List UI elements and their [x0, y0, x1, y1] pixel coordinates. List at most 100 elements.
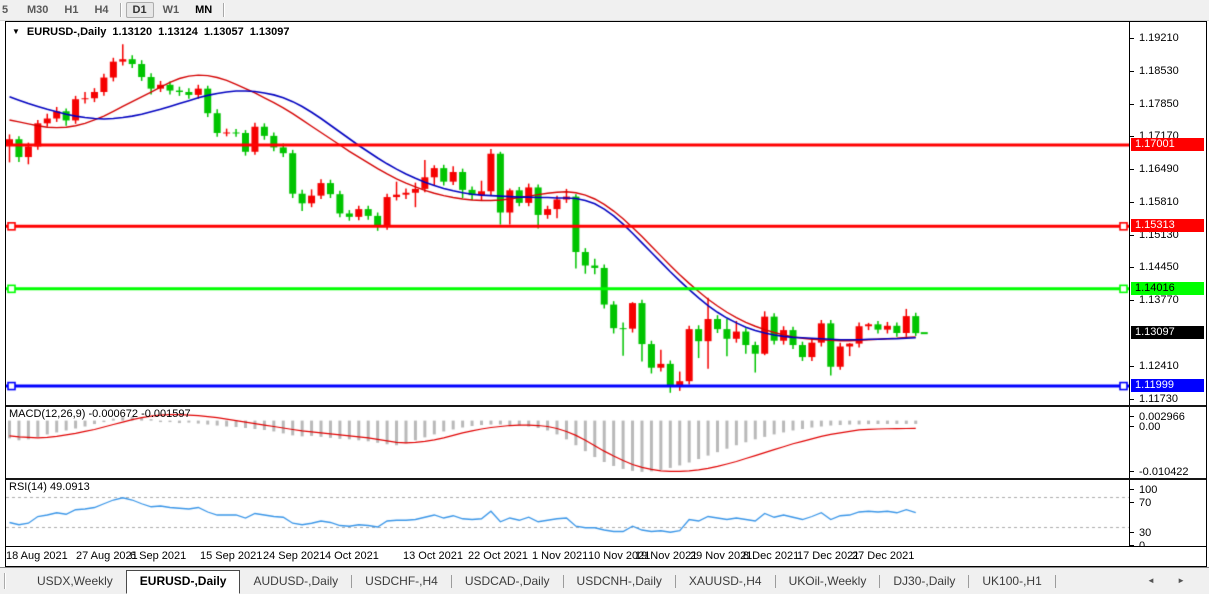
price-tick — [1130, 169, 1134, 170]
chevron-down-icon[interactable]: ▼ — [12, 27, 20, 36]
timeframe-button-d1[interactable]: D1 — [125, 2, 154, 18]
rsi-tick-label: 70 — [1139, 497, 1152, 509]
rsi-pane: RSI(14) 49.0913 100 70 30 0 — [6, 480, 1206, 552]
price-tick — [1130, 104, 1134, 105]
chart-tab-dj30-daily[interactable]: DJ30-,Daily — [880, 572, 968, 592]
price-tick-label: 1.15810 — [1139, 196, 1179, 208]
price-tick-label: 1.19210 — [1139, 32, 1179, 44]
chart-symbol-label: EURUSD-,Daily — [26, 26, 107, 38]
price-tick-label: 1.13770 — [1139, 294, 1179, 306]
macd-label: MACD(12,26,9) -0.000672 -0.001597 — [9, 408, 191, 420]
tab-bar-lead — [0, 568, 24, 594]
date-label: 27 Dec 2021 — [852, 550, 915, 562]
chart-tab-audusd-daily[interactable]: AUDUSD-,Daily — [240, 572, 351, 592]
chart-tab-xauusd-h4[interactable]: XAUUSD-,H4 — [676, 572, 775, 592]
timeframe-toolbar: 5 M30 H1 H4 D1 W1 MN — [0, 0, 1209, 21]
price-tick — [1130, 136, 1134, 137]
date-label: 17 Dec 2021 — [797, 550, 860, 562]
rsi-axis[interactable]: 100 70 30 0 — [1129, 480, 1206, 552]
rsi-tick — [1130, 489, 1134, 490]
date-label: 8 Dec 2021 — [743, 550, 800, 562]
rsi-canvas[interactable] — [6, 480, 1129, 546]
price-tick — [1130, 202, 1134, 203]
price-tick — [1130, 38, 1134, 39]
chart-tab-usdcnh-daily[interactable]: USDCNH-,Daily — [564, 572, 675, 592]
price-axis[interactable]: 1.19210 1.18530 1.17850 1.17170 1.16490 1.158… — [1129, 22, 1206, 405]
macd-name: MACD(12,26,9) — [9, 408, 86, 420]
price-tick-label: 1.11730 — [1139, 393, 1178, 405]
rsi-tick — [1130, 532, 1134, 533]
tab-separator — [1054, 575, 1056, 588]
rsi-value: 49.0913 — [49, 481, 90, 493]
date-label: 19 Nov 2021 — [635, 550, 698, 562]
tab-scroll-arrows[interactable]: ◄ ► — [1147, 576, 1195, 585]
date-label: 15 Sep 2021 — [200, 550, 263, 562]
current-price-tag: 1.13097 — [1131, 326, 1204, 339]
candlestick-chart-canvas[interactable] — [6, 22, 1129, 405]
price-tick-label: 1.12410 — [1139, 360, 1179, 372]
toolbar-separator — [119, 3, 122, 17]
timeframe-button-5[interactable]: 5 — [0, 2, 18, 18]
date-label: 1 Nov 2021 — [532, 550, 589, 562]
main-chart-plot[interactable]: ▼ EURUSD-,Daily 1.13120 1.13124 1.13057 1.130… — [6, 22, 1129, 405]
date-label: 13 Oct 2021 — [403, 550, 463, 562]
macd-pane: MACD(12,26,9) -0.000672 -0.001597 0.0029… — [6, 407, 1206, 478]
price-tick — [1130, 399, 1134, 400]
toolbar-separator — [223, 3, 226, 17]
timeframe-button-w1[interactable]: W1 — [156, 2, 187, 18]
main-chart-pane: ▼ EURUSD-,Daily 1.13120 1.13124 1.13057 1.130… — [6, 22, 1206, 405]
rsi-name: RSI(14) — [9, 481, 47, 493]
date-label: 4 Oct 2021 — [325, 550, 379, 562]
chart-tab-usdcad-daily[interactable]: USDCAD-,Daily — [452, 572, 563, 592]
macd-value-signal: -0.001597 — [141, 408, 191, 420]
chart-title: ▼ EURUSD-,Daily 1.13120 1.13124 1.13057 1.130… — [12, 26, 289, 38]
timeframe-button-h1[interactable]: H1 — [57, 2, 85, 18]
price-tick-label: 1.17850 — [1139, 98, 1179, 110]
ohlc-open: 1.13120 — [112, 26, 153, 38]
ohlc-high: 1.13124 — [158, 26, 198, 38]
chart-tab-eurusd-daily[interactable]: EURUSD-,Daily — [125, 570, 241, 594]
price-tick — [1130, 366, 1134, 367]
level-price-tag: 1.17001 — [1131, 138, 1204, 151]
chart-tab-bar: USDX,Weekly EURUSD-,Daily AUDUSD-,Daily USD… — [0, 567, 1209, 594]
chart-tab-usdx-weekly[interactable]: USDX,Weekly — [24, 572, 126, 592]
rsi-tick — [1130, 502, 1134, 503]
timeframe-button-m30[interactable]: M30 — [20, 2, 55, 18]
rsi-tick-label: 30 — [1139, 527, 1152, 539]
rsi-tick — [1130, 545, 1134, 546]
price-tick-label: 1.18530 — [1139, 65, 1179, 77]
chart-window: ▼ EURUSD-,Daily 1.13120 1.13124 1.13057 1.130… — [5, 21, 1207, 567]
price-tick-label: 1.16490 — [1139, 163, 1179, 175]
level-price-tag: 1.11999 — [1131, 379, 1204, 392]
price-tick — [1130, 235, 1134, 236]
rsi-tick-label: 100 — [1139, 484, 1158, 496]
rsi-plot[interactable]: RSI(14) 49.0913 — [6, 480, 1129, 546]
rsi-label: RSI(14) 49.0913 — [9, 481, 90, 493]
timeframe-button-h4[interactable]: H4 — [87, 2, 115, 18]
price-tick — [1130, 300, 1134, 301]
price-tick — [1130, 71, 1134, 72]
chart-tab-ukoil-weekly[interactable]: UKOil-,Weekly — [776, 572, 880, 592]
timeframe-button-mn[interactable]: MN — [188, 2, 219, 18]
level-price-tag: 1.15313 — [1131, 219, 1204, 232]
macd-axis[interactable]: 0.002966 0.00 -0.010422 — [1129, 407, 1206, 478]
ohlc-low: 1.13057 — [203, 26, 244, 38]
date-label: 22 Oct 2021 — [468, 550, 528, 562]
date-axis[interactable]: 18 Aug 2021 27 Aug 2021 6 Sep 2021 15 Sep 2… — [6, 547, 1206, 566]
macd-tick — [1130, 471, 1134, 472]
macd-value-main: -0.000672 — [88, 408, 139, 420]
date-label: 24 Sep 2021 — [263, 550, 326, 562]
chart-tab-uk100-h1[interactable]: UK100-,H1 — [969, 572, 1054, 592]
date-label: 27 Aug 2021 — [76, 550, 138, 562]
macd-tick — [1130, 416, 1134, 417]
date-label: 6 Sep 2021 — [130, 550, 187, 562]
ohlc-close: 1.13097 — [249, 26, 290, 38]
macd-tick — [1130, 426, 1134, 427]
level-price-tag: 1.14016 — [1131, 282, 1204, 295]
macd-plot[interactable]: MACD(12,26,9) -0.000672 -0.001597 — [6, 407, 1129, 478]
price-tick — [1130, 267, 1134, 268]
chart-tab-usdchf-h4[interactable]: USDCHF-,H4 — [352, 572, 451, 592]
price-tick-label: 1.14450 — [1139, 261, 1179, 273]
macd-tick-label: -0.010422 — [1139, 466, 1189, 478]
date-label: 18 Aug 2021 — [6, 550, 68, 562]
